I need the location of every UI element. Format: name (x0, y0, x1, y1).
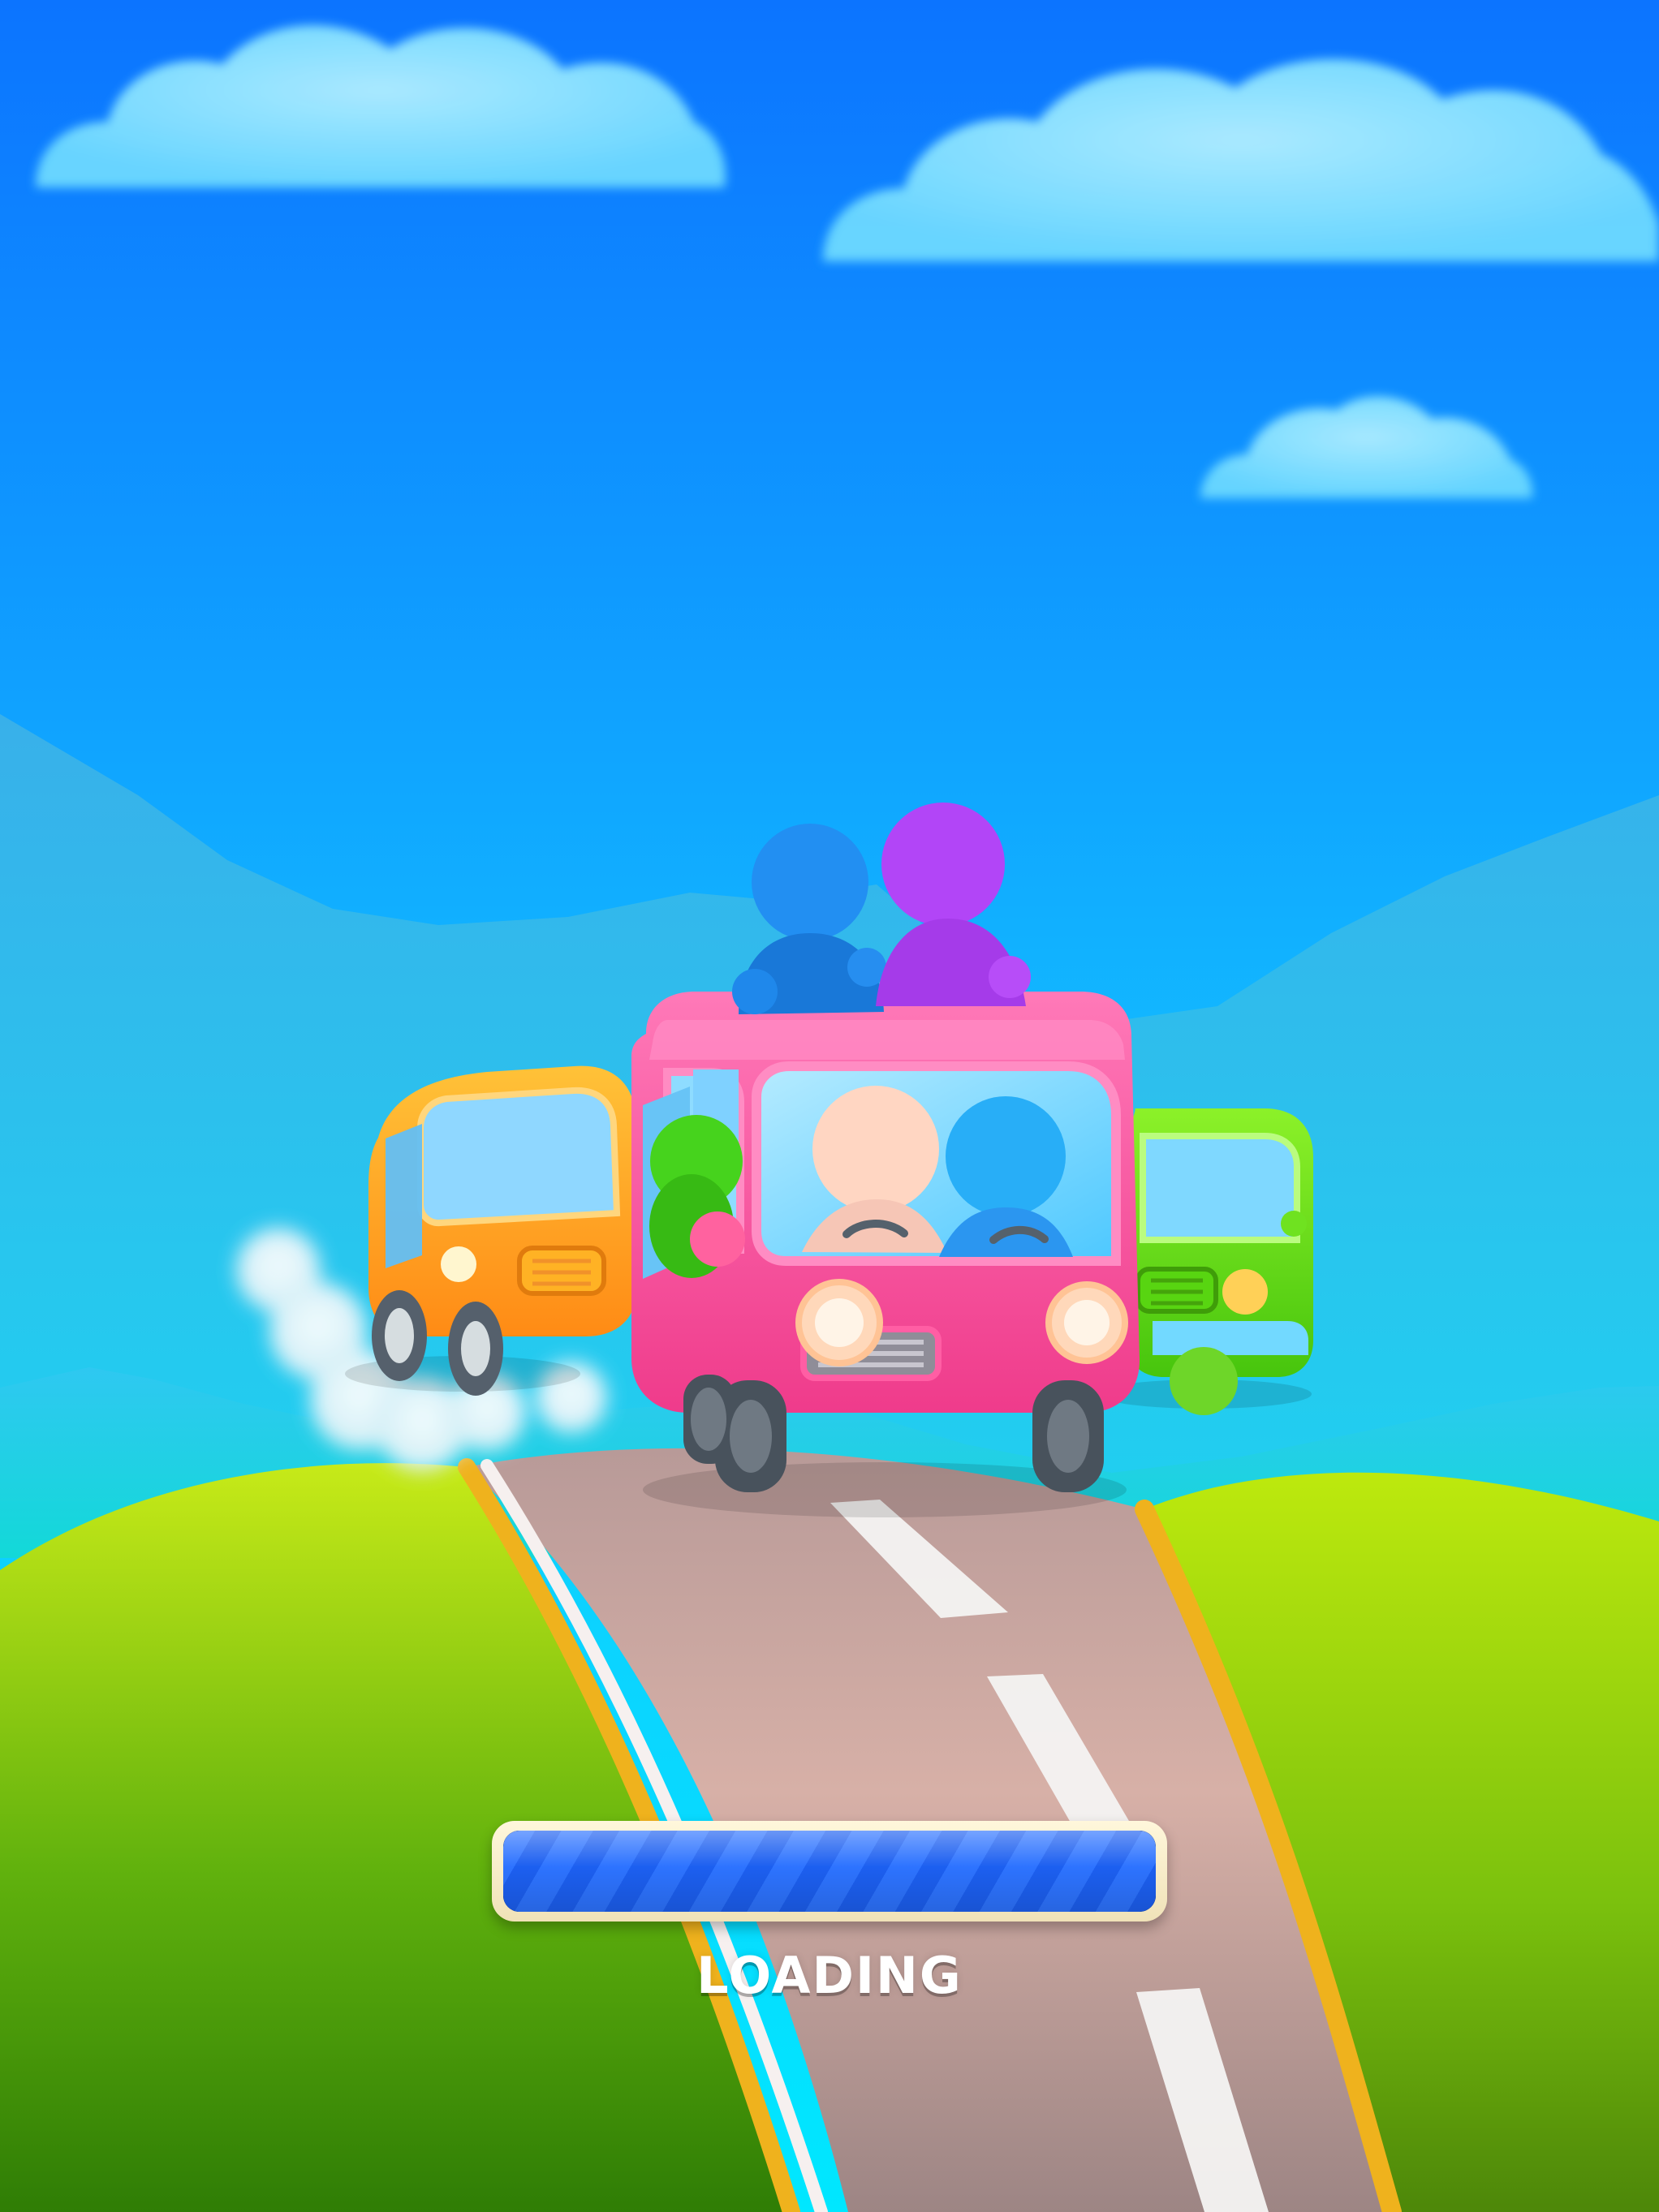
loading-bar-track (503, 1831, 1156, 1912)
loading-label: LOADING (696, 1946, 963, 2005)
loading-bar (492, 1821, 1167, 1922)
loading-bar-fill (503, 1831, 1156, 1912)
